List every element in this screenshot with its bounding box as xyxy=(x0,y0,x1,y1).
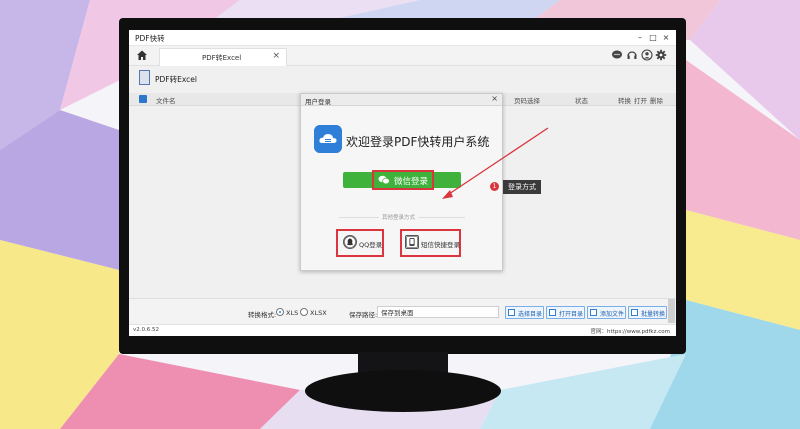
cloud-logo-icon xyxy=(314,125,342,153)
bottom-toolbar: 转换格式: XLS XLSX 保存路径: 选择目录 打开目录 添加文件 批量转换 xyxy=(129,298,676,324)
wechat-highlight-box xyxy=(372,170,434,190)
dialog-close-icon[interactable]: × xyxy=(491,94,498,103)
format-option-xls: XLS xyxy=(286,309,299,317)
user-icon[interactable] xyxy=(641,49,653,61)
convert-icon xyxy=(631,309,638,316)
annotation-number: 1 xyxy=(490,182,499,191)
headset-icon[interactable] xyxy=(626,49,638,61)
other-methods-label: 其他登录方式 xyxy=(379,213,419,221)
open-dir-label: 打开目录 xyxy=(559,311,584,318)
batch-convert-label: 批量转换 xyxy=(641,311,666,318)
tab-close-icon[interactable]: × xyxy=(272,51,280,61)
tab-pdf-to-excel[interactable]: PDF转Excel × xyxy=(159,48,287,66)
chat-icon[interactable] xyxy=(611,49,623,61)
dialog-title: 用户登录 xyxy=(305,98,331,106)
choose-dir-label: 选择目录 xyxy=(518,311,543,318)
save-path-label: 保存路径: xyxy=(349,311,378,319)
choose-dir-button[interactable]: 选择目录 xyxy=(505,306,544,319)
sms-login-label: 短信快捷登录 xyxy=(421,241,460,249)
version-text: v2.0.6.52 xyxy=(133,327,159,333)
dialog-title-bar: 用户登录 × xyxy=(301,94,502,106)
welcome-heading: 欢迎登录PDF快转用户系统 xyxy=(346,135,490,149)
open-folder-icon xyxy=(549,309,556,316)
format-radio-xlsx[interactable] xyxy=(300,308,308,316)
title-bar: PDF快转 – □ × xyxy=(129,30,676,46)
save-path-input[interactable] xyxy=(377,306,499,318)
home-icon[interactable] xyxy=(135,48,149,62)
close-button[interactable]: × xyxy=(660,32,672,44)
status-bar: v2.0.6.52 官网：https://www.pdfkz.com xyxy=(129,324,676,336)
monitor-stand xyxy=(305,370,501,412)
app-window: PDF快转 – □ × PDF转Excel × PDF转Excel 文件名 页码… xyxy=(129,30,676,336)
open-dir-button[interactable]: 打开目录 xyxy=(546,306,585,319)
login-dialog: 用户登录 × 欢迎登录PDF快转用户系统 微信登录 其他登录方式 QQ登录 短信… xyxy=(300,93,503,271)
minimize-button[interactable]: – xyxy=(634,32,646,44)
phone-icon xyxy=(405,235,419,249)
add-file-icon xyxy=(590,309,597,316)
qq-icon xyxy=(343,235,357,249)
add-file-label: 添加文件 xyxy=(600,311,625,318)
qq-login-label: QQ登录 xyxy=(359,241,383,249)
folder-icon xyxy=(508,309,515,316)
tab-bar: PDF转Excel × xyxy=(129,46,676,66)
gear-icon[interactable] xyxy=(655,49,667,61)
website-link[interactable]: 官网：https://www.pdfkz.com xyxy=(591,327,670,335)
scrollbar-thumb[interactable] xyxy=(668,299,675,323)
maximize-button[interactable]: □ xyxy=(647,32,659,44)
tab-label: PDF转Excel xyxy=(202,54,242,62)
format-option-xlsx: XLSX xyxy=(310,309,327,317)
batch-convert-button[interactable]: 批量转换 xyxy=(628,306,667,319)
app-title: PDF快转 xyxy=(135,34,165,43)
format-label: 转换格式: xyxy=(248,311,277,319)
add-file-button[interactable]: 添加文件 xyxy=(587,306,626,319)
format-radio-xls[interactable] xyxy=(276,308,284,316)
annotation-label: 登录方式 xyxy=(503,180,541,194)
